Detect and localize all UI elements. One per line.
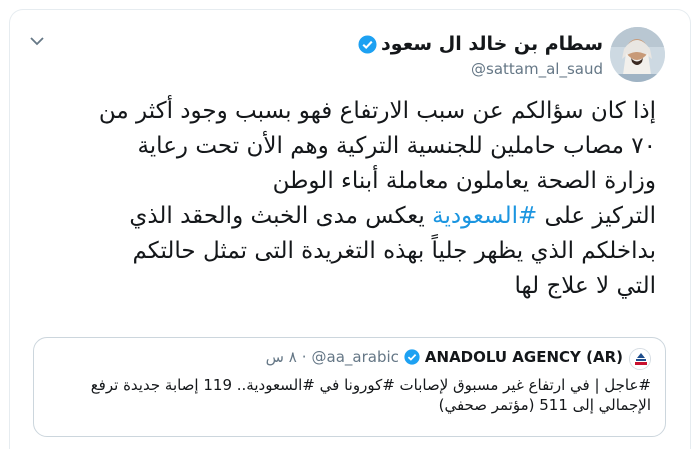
tweet-text-segment: التركيز على (537, 203, 656, 229)
anadolu-logo-icon (630, 349, 650, 369)
quoted-handle: @aa_arabic (311, 348, 399, 366)
author-display-name[interactable]: سطام بن خالد ال سعود (381, 33, 603, 55)
tweet-line: بداخلكم الذي يظهر جلياً بهذه التغريدة ال… (132, 238, 656, 264)
quoted-avatar[interactable] (629, 348, 651, 370)
profile-photo (610, 27, 665, 82)
author-name-row: سطام بن خالد ال سعود (358, 33, 603, 55)
chevron-down-icon[interactable] (30, 36, 44, 46)
verified-badge-icon (404, 349, 420, 365)
tweet-line: التركيز على #السعودية يعكس مدى الخبث وال… (40, 199, 656, 234)
hashtag-link[interactable]: #السعودية (432, 203, 537, 229)
tweet-text-segment: يعكس مدى الخبث والحقد الذي (129, 203, 433, 229)
quoted-body: #عاجل | في ارتفاع غير مسبوق لإصابات #كور… (46, 375, 651, 415)
tweet-line: وزارة الصحة يعاملون معاملة أبناء الوطن (272, 168, 656, 194)
quoted-display-name: ANADOLU AGENCY (AR) (424, 348, 623, 366)
avatar[interactable] (610, 27, 665, 82)
tweet-body: إذا كان سؤالكم عن سبب الارتفاع فهو بسبب … (40, 94, 656, 304)
quoted-timestamp: ٨ س (265, 348, 297, 366)
tweet-line: التي لا علاج لها (514, 273, 656, 299)
verified-badge-icon (358, 34, 377, 54)
tweet-line: ٧٠ مصاب حاملين للجنسية التركية وهم الأن … (137, 133, 656, 159)
quoted-tweet[interactable]: ANADOLU AGENCY (AR) @aa_arabic · ٨ س #عا… (33, 337, 666, 437)
quoted-line: #عاجل | في ارتفاع غير مسبوق لإصابات #كور… (90, 376, 651, 394)
tweet-line: إذا كان سؤالكم عن سبب الارتفاع فهو بسبب … (98, 98, 656, 124)
quoted-header: ANADOLU AGENCY (AR) @aa_arabic · ٨ س (266, 348, 623, 366)
author-handle[interactable]: @sattam_al_saud (471, 60, 603, 78)
separator-dot: · (301, 348, 307, 366)
quoted-line: الإجمالي إلى 511 (مؤتمر صحفي) (438, 396, 651, 414)
